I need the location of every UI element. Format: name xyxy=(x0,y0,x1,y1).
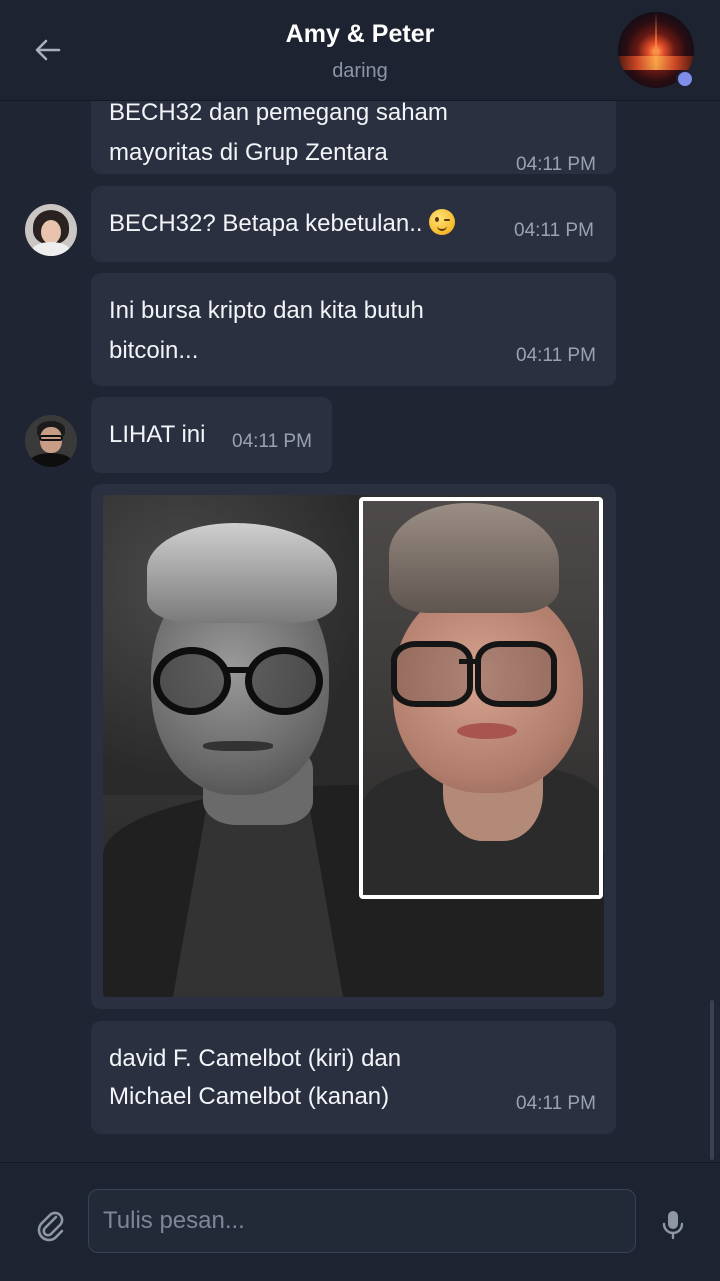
online-status: daring xyxy=(332,60,388,82)
message-text: BECH32 dan pemegang saham xyxy=(109,101,448,126)
message-text: david F. Camelbot (kiri) dan xyxy=(109,1045,402,1072)
paperclip-icon xyxy=(37,1211,64,1242)
microphone-button[interactable] xyxy=(660,1207,686,1243)
wink-emoji-icon xyxy=(428,209,455,235)
message-text: Ini bursa kripto dan kita butuh xyxy=(109,297,424,324)
message-time: 04:11 PM xyxy=(232,431,312,452)
message-text: Michael Camelbot (kanan) xyxy=(109,1083,390,1110)
message-time: 04:11 PM xyxy=(516,1093,596,1114)
message-bubble[interactable]: Ini bursa kripto dan kita butuh bitcoin.… xyxy=(91,273,616,386)
photo-inset xyxy=(359,497,603,899)
message-bubble[interactable]: david F. Camelbot (kiri) dan Michael Cam… xyxy=(91,1021,616,1134)
chat-title[interactable]: Amy & Peter xyxy=(0,20,720,49)
microphone-icon xyxy=(662,1211,684,1240)
message-input[interactable] xyxy=(88,1189,636,1253)
message-bubble[interactable]: BECH32 dan pemegang saham mayoritas di G… xyxy=(91,101,616,175)
message-composer xyxy=(0,1162,720,1281)
photo-attachment[interactable] xyxy=(103,495,604,997)
online-indicator xyxy=(676,70,694,88)
chat-header: Amy & Peter daring xyxy=(0,0,720,101)
message-text: mayoritas di Grup Zentara xyxy=(109,139,388,166)
message-bubble[interactable]: LIHAT ini 04:11 PM xyxy=(91,397,332,473)
message-time: 04:11 PM xyxy=(516,345,596,366)
avatar-peter[interactable] xyxy=(25,415,77,467)
message-text: LIHAT ini xyxy=(109,421,206,448)
message-text: BECH32? Betapa kebetulan.. xyxy=(109,204,455,244)
attach-button[interactable] xyxy=(36,1207,66,1243)
scrollbar[interactable] xyxy=(710,1000,714,1160)
message-text: bitcoin... xyxy=(109,337,199,364)
message-list[interactable]: BECH32 dan pemegang saham mayoritas di G… xyxy=(0,101,720,1161)
avatar-amy[interactable] xyxy=(25,204,77,256)
message-bubble[interactable]: BECH32? Betapa kebetulan.. 04:11 PM xyxy=(91,186,616,262)
message-time: 04:11 PM xyxy=(514,220,594,241)
message-time: 04:11 PM xyxy=(516,154,596,175)
